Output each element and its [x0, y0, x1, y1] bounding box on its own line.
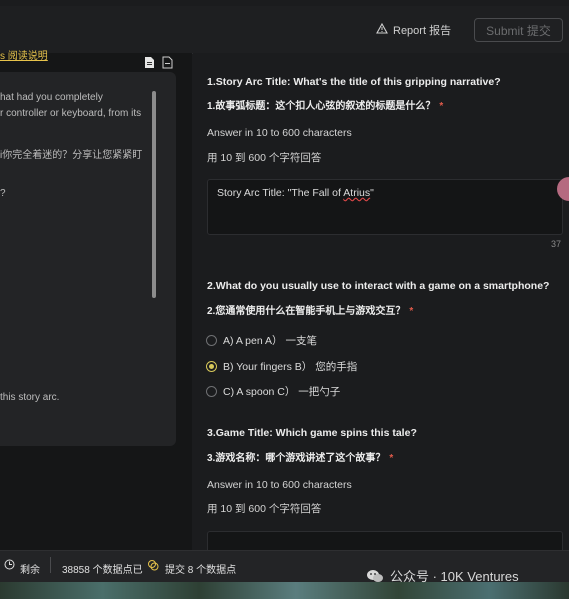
option-a-label: A) A pen A） 一支笔: [223, 335, 317, 347]
question-3-title-zh: 3.游戏名称：哪个游戏讲述了这个故事？ *: [207, 453, 394, 464]
question-2-title-zh: 2.您通常使用什么在智能手机上与游戏交互？ *: [207, 306, 414, 317]
read-instructions-link[interactable]: s 阅读说明: [0, 47, 48, 62]
timer-icon: [4, 559, 15, 573]
submit-count-text: 提交 8 个数据点: [165, 565, 237, 576]
option-b-label: B) Your fingers B） 您的手指: [223, 361, 358, 373]
divider: [50, 557, 51, 573]
instruction-text: i你完全着迷的？分享让您紧紧盯: [0, 150, 143, 161]
question-3-hint-zh: 用 10 到 600 个字符回答: [207, 503, 322, 515]
question-3-answer-input[interactable]: [207, 531, 563, 550]
required-mark: *: [389, 453, 394, 464]
coins-icon: [147, 559, 159, 574]
datapoints-text: 38858 个数据点已: [62, 565, 143, 576]
question-3-title-en: 3.Game Title: Which game spins this tale…: [207, 427, 417, 439]
option-c-label: C) A spoon C） 一把勺子: [223, 386, 341, 398]
question-1-hint-en: Answer in 10 to 600 characters: [207, 127, 352, 139]
radio-b[interactable]: [206, 361, 217, 372]
report-label: Report 报告: [393, 25, 452, 37]
submit-button[interactable]: Submit 提交: [474, 18, 563, 42]
instructions-card: [0, 72, 176, 446]
required-mark: *: [409, 306, 414, 317]
required-mark: *: [439, 101, 444, 112]
watermark: 公众号 · 10K Ventures: [366, 566, 519, 585]
instructions-scrollbar[interactable]: [152, 91, 156, 298]
option-b[interactable]: B) Your fingers B） 您的手指: [206, 359, 357, 374]
instruction-text: hat had you completely: [0, 92, 103, 103]
question-1-title-en: 1.Story Arc Title: What's the title of t…: [207, 76, 501, 88]
radio-c[interactable]: [206, 386, 217, 397]
watermark-text: 公众号 · 10K Ventures: [390, 569, 519, 584]
question-2-title-en: 2.What do you usually use to interact wi…: [207, 280, 550, 292]
character-count: 37: [551, 239, 562, 249]
file-icon[interactable]: [160, 55, 174, 69]
question-1-hint-zh: 用 10 到 600 个字符回答: [207, 152, 322, 164]
document-icon[interactable]: [142, 55, 156, 69]
report-button[interactable]: Report 报告: [376, 22, 451, 38]
answer-text: Story Arc Title: "The Fall of Atrius": [217, 187, 374, 199]
question-1-answer-input[interactable]: Story Arc Title: "The Fall of Atrius": [207, 179, 563, 235]
wechat-icon: [366, 569, 384, 583]
instruction-text: ?: [0, 188, 6, 199]
option-a[interactable]: A) A pen A） 一支笔: [206, 333, 317, 348]
question-3-hint-en: Answer in 10 to 600 characters: [207, 479, 352, 491]
option-c[interactable]: C) A spoon C） 一把勺子: [206, 384, 340, 399]
question-1-title-zh: 1.故事弧标题：这个扣人心弦的叙述的标题是什么？ *: [207, 101, 444, 112]
instruction-text: r controller or keyboard, from its: [0, 108, 142, 119]
radio-a[interactable]: [206, 335, 217, 346]
remaining-label: 剩余: [20, 565, 40, 576]
warning-icon: [376, 22, 388, 37]
instruction-text: this story arc.: [0, 392, 60, 403]
